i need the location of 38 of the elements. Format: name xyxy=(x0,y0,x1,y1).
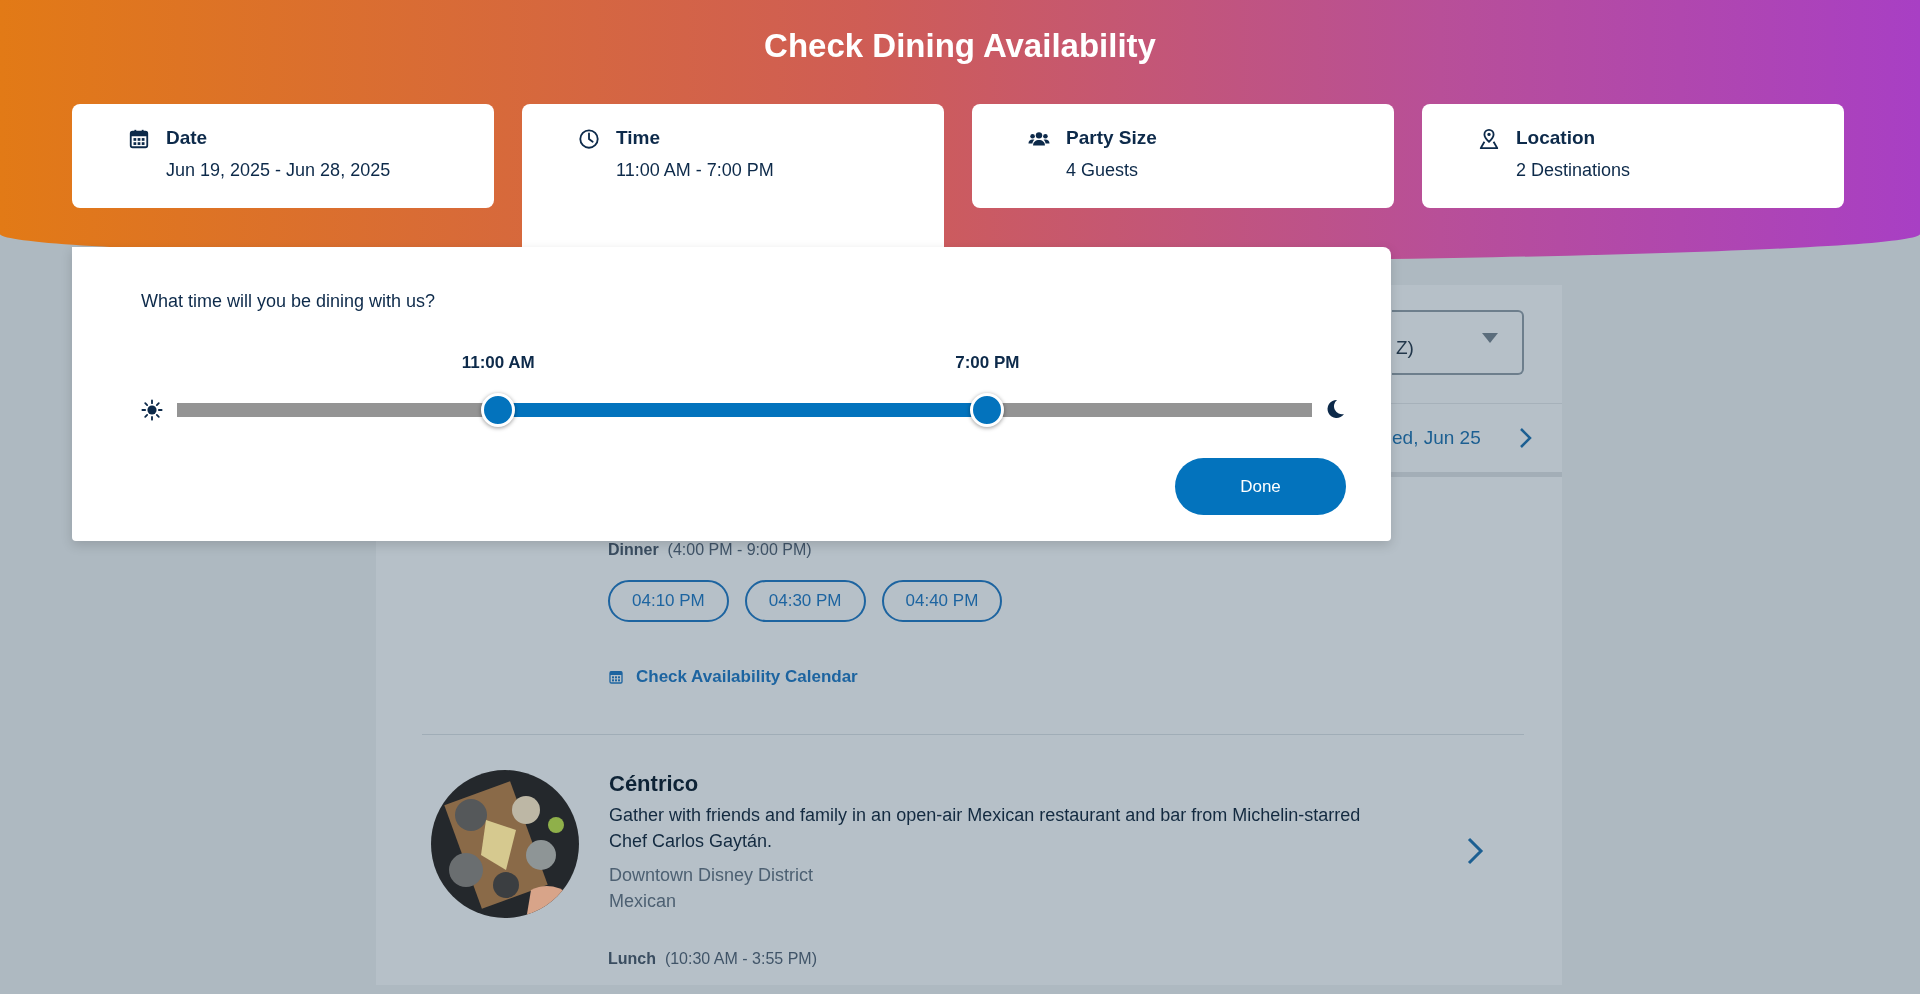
meal-period: Dinner (4:00 PM - 9:00 PM) xyxy=(608,541,812,558)
sort-dropdown[interactable]: Z) xyxy=(1392,310,1524,375)
slider-handle[interactable] xyxy=(481,393,516,427)
filter-label: Location xyxy=(1516,126,1596,150)
filter-label: Time xyxy=(616,126,660,150)
time-slot-button[interactable]: 04:30 PM xyxy=(744,580,866,622)
restaurant-name[interactable]: Céntrico xyxy=(609,769,1399,798)
filter-tab[interactable]: Party Size 4 Guests xyxy=(972,104,1394,208)
filter-value: 2 Destinations xyxy=(1516,160,1631,180)
handle-label: 7:00 PM xyxy=(955,352,1020,374)
filter-value: Jun 19, 2025 - Jun 28, 2025 xyxy=(166,160,391,180)
time-slot-button[interactable]: 04:10 PM xyxy=(608,580,729,622)
filter-tab[interactable]: Location 2 Destinations xyxy=(1422,104,1844,208)
map-pin-icon xyxy=(1478,128,1500,150)
next-icon[interactable] xyxy=(1518,427,1532,449)
time-slot-button[interactable]: 04:40 PM xyxy=(881,580,1003,622)
filter-value: 4 Guests xyxy=(1066,160,1139,180)
filter-label: Date xyxy=(166,126,208,150)
handle-label: 11:00 AM xyxy=(461,352,535,374)
filter-label: Party Size xyxy=(1066,126,1157,150)
slider-handle[interactable] xyxy=(970,393,1005,427)
date-label[interactable]: ed, Jun 25 xyxy=(1392,423,1481,453)
done-button[interactable]: Done xyxy=(1175,458,1346,515)
question-text: What time will you be dining with us? xyxy=(141,290,436,313)
clock-icon xyxy=(578,128,600,150)
filter-tab[interactable]: Date Jun 19, 2025 - Jun 28, 2025 xyxy=(72,104,494,208)
page-title: Check Dining Availability xyxy=(763,26,1157,66)
restaurant-description: Gather with friends and family in an open-air Mexican restaurant and bar from Michelin-starred Chef Carlos Gaytán. xyxy=(609,803,1362,853)
filter-tab[interactable]: Time 11:00 AM - 7:00 PM xyxy=(522,104,944,247)
cuisine-text: Mexican xyxy=(609,889,678,913)
sun-icon xyxy=(141,399,163,421)
meal-period: Lunch (10:30 AM - 3:55 PM) xyxy=(608,949,817,967)
chevron-right-icon[interactable] xyxy=(1466,835,1484,866)
caret-icon xyxy=(1482,332,1498,343)
restaurant-location: Downtown Disney District xyxy=(609,863,815,887)
calendar-icon xyxy=(128,128,150,150)
filter-value: 11:00 AM - 7:00 PM xyxy=(616,160,774,180)
calendar-icon xyxy=(608,668,624,685)
